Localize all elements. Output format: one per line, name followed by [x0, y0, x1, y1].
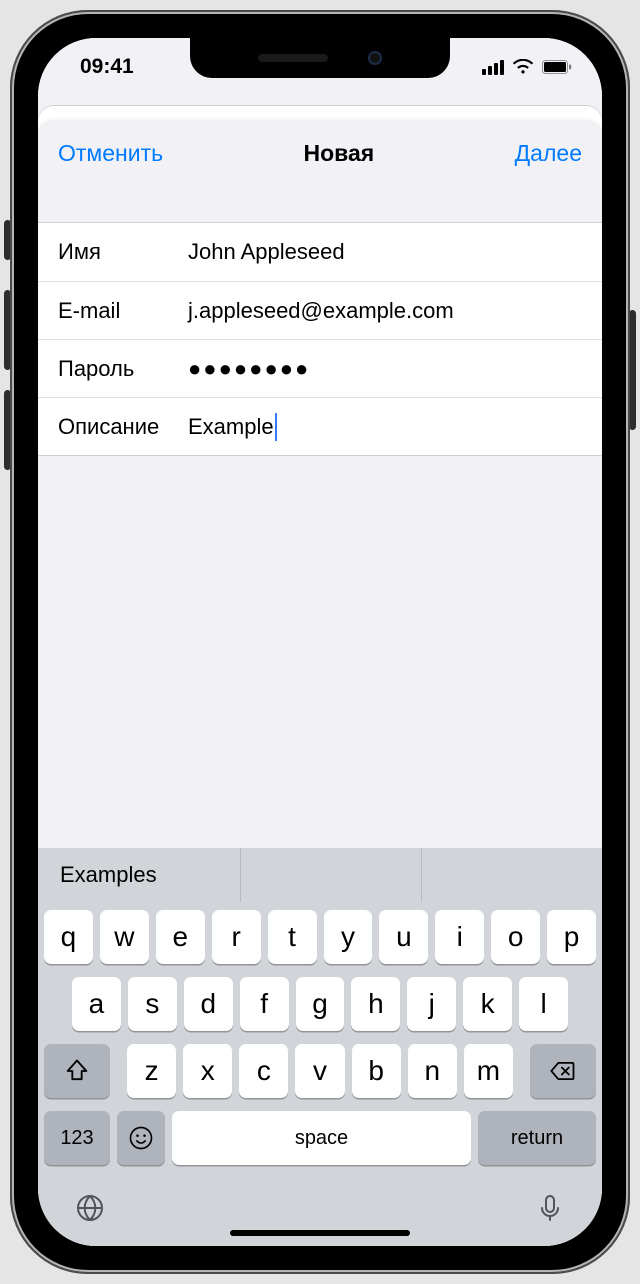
speaker: [258, 54, 328, 62]
key-j[interactable]: j: [407, 977, 456, 1031]
description-value: Example: [188, 414, 274, 440]
description-field[interactable]: Example: [188, 413, 582, 441]
key-p[interactable]: p: [547, 910, 596, 964]
account-form: Имя John Appleseed E-mail j.appleseed@ex…: [38, 222, 602, 456]
row-name[interactable]: Имя John Appleseed: [38, 223, 602, 281]
key-m[interactable]: m: [464, 1044, 513, 1098]
mic-icon[interactable]: [534, 1192, 566, 1229]
phone-body: 09:41 Отменить Новая Далее: [0, 0, 640, 1284]
modal-sheet: Отменить Новая Далее Имя John Appleseed …: [38, 122, 602, 1246]
device-frame: 09:41 Отменить Новая Далее: [10, 10, 630, 1274]
key-k[interactable]: k: [463, 977, 512, 1031]
home-indicator[interactable]: [230, 1230, 410, 1236]
key-f[interactable]: f: [240, 977, 289, 1031]
cellular-icon: [482, 60, 504, 75]
numbers-key[interactable]: 123: [44, 1111, 110, 1165]
keyboard-footer: [38, 1184, 602, 1246]
password-label: Пароль: [58, 356, 188, 382]
row-password[interactable]: Пароль ●●●●●●●●: [38, 339, 602, 397]
nav-bar: Отменить Новая Далее: [38, 122, 602, 184]
battery-icon: [542, 60, 572, 74]
description-label: Описание: [58, 414, 188, 440]
key-w[interactable]: w: [100, 910, 149, 964]
suggestion-2[interactable]: [241, 848, 422, 902]
backspace-key[interactable]: [530, 1044, 596, 1098]
key-row-1: q w e r t y u i o p: [44, 910, 596, 964]
key-g[interactable]: g: [296, 977, 345, 1031]
email-label: E-mail: [58, 298, 188, 324]
suggestion-1[interactable]: Examples: [38, 848, 241, 902]
status-time: 09:41: [80, 55, 134, 79]
cancel-button[interactable]: Отменить: [58, 140, 163, 167]
key-s[interactable]: s: [128, 977, 177, 1031]
key-h[interactable]: h: [351, 977, 400, 1031]
shift-key[interactable]: [44, 1044, 110, 1098]
emoji-key[interactable]: [117, 1111, 165, 1165]
return-key[interactable]: return: [478, 1111, 596, 1165]
screen: 09:41 Отменить Новая Далее: [38, 38, 602, 1246]
row-email[interactable]: E-mail j.appleseed@example.com: [38, 281, 602, 339]
email-field[interactable]: j.appleseed@example.com: [188, 298, 582, 324]
key-y[interactable]: y: [324, 910, 373, 964]
key-l[interactable]: l: [519, 977, 568, 1031]
page-title: Новая: [304, 140, 375, 167]
key-i[interactable]: i: [435, 910, 484, 964]
password-field[interactable]: ●●●●●●●●: [188, 356, 582, 382]
key-z[interactable]: z: [127, 1044, 176, 1098]
wifi-icon: [512, 59, 534, 75]
key-b[interactable]: b: [352, 1044, 401, 1098]
key-o[interactable]: o: [491, 910, 540, 964]
key-row-4: 123 space return: [44, 1111, 596, 1165]
text-cursor: [275, 413, 277, 441]
front-camera: [368, 51, 382, 65]
suggestion-3[interactable]: [422, 848, 602, 902]
key-n[interactable]: n: [408, 1044, 457, 1098]
key-d[interactable]: d: [184, 977, 233, 1031]
name-field[interactable]: John Appleseed: [188, 239, 582, 265]
globe-icon[interactable]: [74, 1192, 106, 1229]
space-key[interactable]: space: [172, 1111, 471, 1165]
key-t[interactable]: t: [268, 910, 317, 964]
key-x[interactable]: x: [183, 1044, 232, 1098]
key-q[interactable]: q: [44, 910, 93, 964]
next-button[interactable]: Далее: [515, 140, 582, 167]
name-label: Имя: [58, 239, 188, 265]
key-row-3: z x c v b n m: [44, 1044, 596, 1098]
key-c[interactable]: c: [239, 1044, 288, 1098]
key-row-2: a s d f g h j k l: [44, 977, 596, 1031]
key-e[interactable]: e: [156, 910, 205, 964]
suggestion-bar: Examples: [38, 848, 602, 902]
notch: [190, 38, 450, 78]
key-u[interactable]: u: [379, 910, 428, 964]
power-button: [629, 310, 636, 430]
key-v[interactable]: v: [295, 1044, 344, 1098]
row-description[interactable]: Описание Example: [38, 397, 602, 455]
key-r[interactable]: r: [212, 910, 261, 964]
key-a[interactable]: a: [72, 977, 121, 1031]
